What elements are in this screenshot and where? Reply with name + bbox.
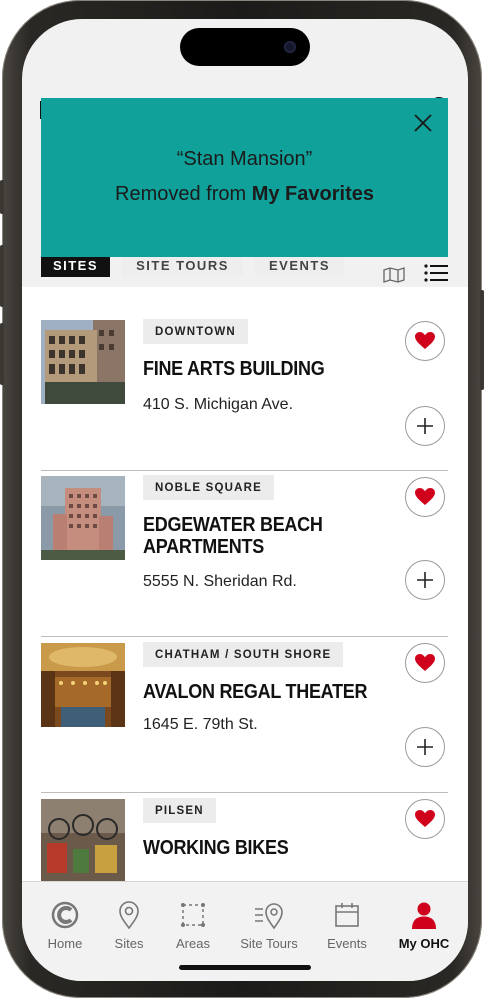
divider [41,792,448,793]
divider [41,636,448,637]
tabbar-home[interactable]: Home [30,900,100,951]
site-thumbnail[interactable] [41,476,125,560]
divider [41,470,448,471]
dynamic-island [180,28,310,66]
add-to-tour-button[interactable] [405,560,445,600]
side-button [480,290,484,390]
phone-frame: SITES SITE TOURS EVENTS DOWNTOWN FINE AR… [0,0,484,998]
neighborhood-tag: CHATHAM / SOUTH SHORE [143,642,344,667]
tabbar-sites[interactable]: Sites [94,900,164,951]
heart-icon [415,332,435,349]
tabbar-my-ohc[interactable]: My OHC [389,900,459,951]
toast-site-name: “Stan Mansion” [176,148,313,170]
favorite-button[interactable] [405,643,445,683]
working-bikes-photo [41,799,125,883]
favorite-removed-toast: “Stan Mansion” Removed from My Favorites [41,98,448,257]
user-profile-icon [412,902,436,929]
map-view-icon[interactable] [383,267,405,283]
tabbar-home-label: Home [47,936,83,951]
tabbar-sites-label: Sites [114,936,144,951]
add-to-tour-button[interactable] [405,406,445,446]
ohc-logo-icon [51,901,79,929]
home-indicator[interactable] [179,965,311,970]
heart-icon [415,654,435,671]
favorite-button[interactable] [405,799,445,839]
neighborhood-tag: DOWNTOWN [143,319,248,344]
toast-message-prefix: Removed from [115,183,252,205]
tabbar-site-tours[interactable]: Site Tours [234,900,304,951]
site-thumbnail[interactable] [41,320,125,404]
app-screen: SITES SITE TOURS EVENTS DOWNTOWN FINE AR… [22,19,468,981]
volume-down-button [0,323,4,385]
tour-list-pin-icon [255,903,283,930]
tabbar-areas[interactable]: Areas [158,900,228,951]
site-title[interactable]: FINE ARTS BUILDING [143,358,368,380]
camera-icon [284,41,296,53]
site-title[interactable]: WORKING BIKES [143,837,368,859]
list-view-icon[interactable] [424,263,448,283]
site-title[interactable]: EDGEWATER BEACH APARTMENTS [143,514,368,558]
fine-arts-building-photo [41,320,125,404]
volume-up-button [0,245,4,307]
neighborhood-tag: NOBLE SQUARE [143,475,275,500]
tabbar-events[interactable]: Events [312,900,382,951]
site-thumbnail[interactable] [41,643,125,727]
tabbar-events-label: Events [327,936,367,951]
site-address: 5555 N. Sheridan Rd. [143,573,297,590]
toast-message: Removed from My Favorites [41,183,448,206]
tabbar-areas-label: Areas [176,936,210,951]
toast-message-bold: My Favorites [251,183,374,205]
neighborhood-tag: PILSEN [143,798,216,823]
edgewater-beach-apartments-photo [41,476,125,560]
plus-icon [417,739,433,755]
site-address: 410 S. Michigan Ave. [143,396,294,413]
site-title[interactable]: AVALON REGAL THEATER [143,681,368,703]
close-icon[interactable] [412,112,434,134]
tabbar-site-tours-label: Site Tours [240,936,298,951]
heart-icon [415,488,435,505]
calendar-icon [335,903,359,927]
favorite-button[interactable] [405,321,445,361]
area-select-icon [181,903,205,927]
site-thumbnail[interactable] [41,799,125,883]
site-address: 1645 E. 79th St. [143,716,258,733]
heart-icon [415,810,435,827]
plus-icon [417,418,433,434]
avalon-regal-theater-photo [41,643,125,727]
action-button [0,180,4,214]
map-pin-icon [119,901,139,930]
favorite-button[interactable] [405,477,445,517]
add-to-tour-button[interactable] [405,727,445,767]
site-list: DOWNTOWN FINE ARTS BUILDING 410 S. Michi… [22,287,468,923]
tabbar-my-ohc-label: My OHC [398,936,450,951]
plus-icon [417,572,433,588]
